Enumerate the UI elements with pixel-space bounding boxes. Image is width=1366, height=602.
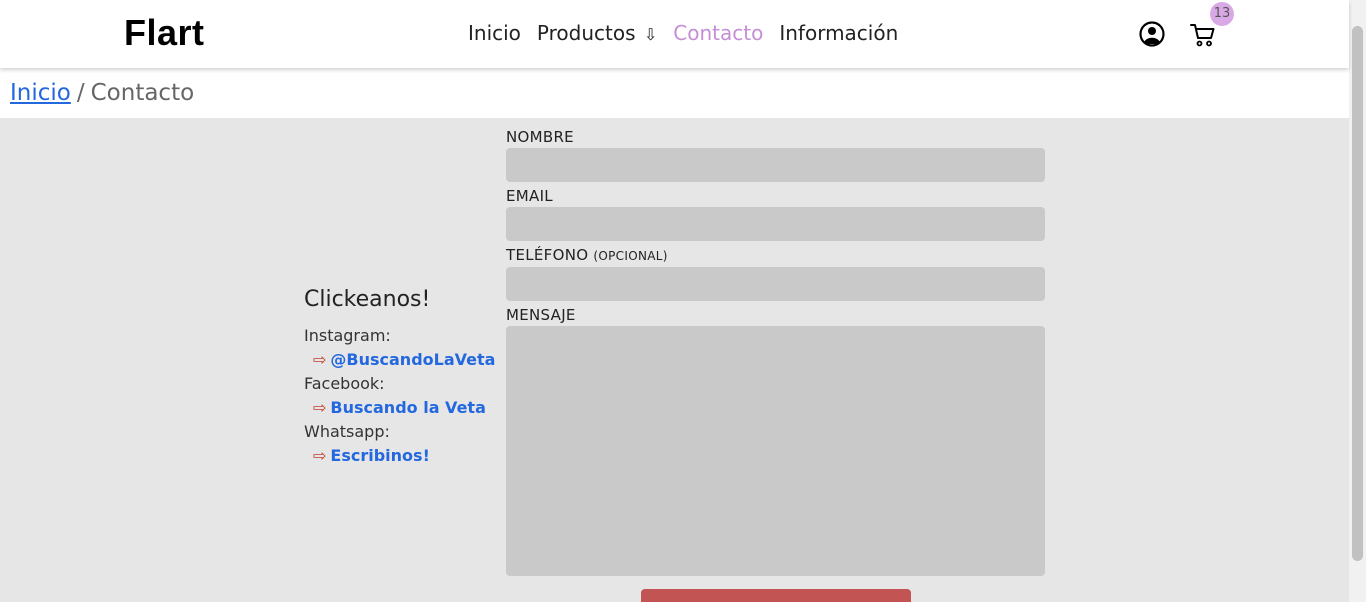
- breadcrumb-home-link[interactable]: Inicio: [10, 80, 71, 106]
- social-title: Clickeanos!: [304, 287, 431, 312]
- social-links-panel: Clickeanos! Instagram: ⇨ @BuscandoLaVeta …: [304, 286, 495, 468]
- name-field[interactable]: [506, 148, 1045, 182]
- scrollbar-thumb[interactable]: [1352, 26, 1363, 561]
- phone-field[interactable]: [506, 267, 1045, 301]
- breadcrumb: Inicio / Contacto: [10, 79, 194, 107]
- cart-icon[interactable]: [1190, 22, 1216, 48]
- main-nav: Inicio Productos ⇩ Contacto Información: [468, 19, 914, 49]
- whatsapp-link[interactable]: Escribinos!: [330, 446, 429, 465]
- email-field[interactable]: [506, 207, 1045, 241]
- contact-form: NOMBRE EMAIL TELÉFONO (OPCIONAL) MENSAJE: [506, 126, 1045, 576]
- whatsapp-label: Whatsapp:: [304, 422, 390, 441]
- arrow-right-icon: ⇨: [313, 350, 327, 369]
- logo[interactable]: Flart: [124, 12, 205, 54]
- message-label: MENSAJE: [506, 306, 576, 324]
- dropdown-arrow-icon: ⇩: [643, 25, 658, 44]
- top-navbar: Flart Inicio Productos ⇩ Contacto Inform…: [0, 0, 1349, 68]
- email-label: EMAIL: [506, 187, 553, 205]
- phone-optional-hint: (OPCIONAL): [593, 249, 668, 263]
- whatsapp-link-row: ⇨ Escribinos!: [304, 444, 495, 468]
- page-scrollbar[interactable]: [1349, 0, 1366, 602]
- submit-button[interactable]: [641, 589, 911, 602]
- facebook-link[interactable]: Buscando la Veta: [330, 398, 485, 417]
- instagram-label: Instagram:: [304, 326, 391, 345]
- message-field[interactable]: [506, 326, 1045, 576]
- phone-label-text: TELÉFONO: [506, 246, 589, 264]
- nav-item-inicio[interactable]: Inicio: [468, 19, 521, 49]
- nav-item-contacto[interactable]: Contacto: [673, 19, 763, 49]
- cart-count-badge: 13: [1210, 2, 1234, 26]
- nav-item-informacion[interactable]: Información: [779, 19, 898, 49]
- breadcrumb-separator: /: [76, 80, 85, 106]
- nav-item-productos[interactable]: Productos ⇩: [537, 19, 657, 49]
- facebook-link-row: ⇨ Buscando la Veta: [304, 396, 495, 420]
- user-icon[interactable]: [1139, 21, 1165, 47]
- arrow-right-icon: ⇨: [313, 398, 327, 417]
- breadcrumb-current: Contacto: [90, 80, 195, 106]
- instagram-link[interactable]: @BuscandoLaVeta: [330, 350, 495, 369]
- nav-item-productos-label: Productos: [536, 21, 636, 45]
- instagram-link-row: ⇨ @BuscandoLaVeta: [304, 348, 495, 372]
- phone-label: TELÉFONO (OPCIONAL): [506, 244, 1045, 267]
- facebook-label: Facebook:: [304, 374, 385, 393]
- arrow-right-icon: ⇨: [313, 446, 327, 465]
- breadcrumb-bar: Inicio / Contacto: [0, 68, 1349, 118]
- name-label: NOMBRE: [506, 128, 574, 146]
